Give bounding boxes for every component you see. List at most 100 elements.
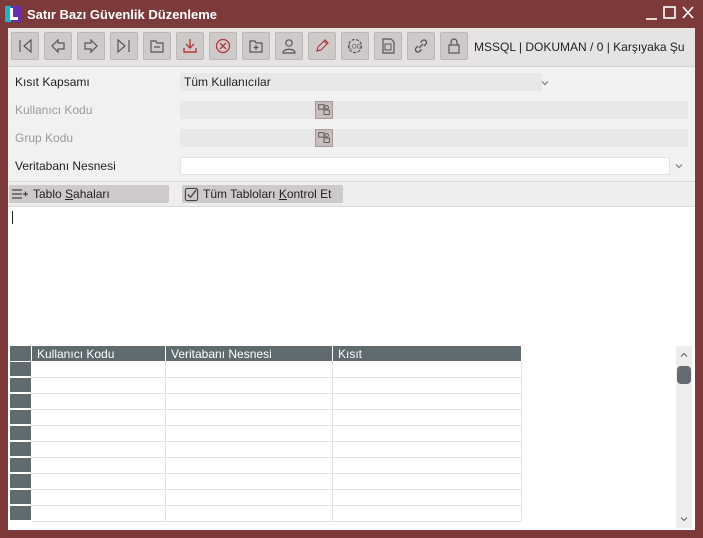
- report-icon: [382, 38, 395, 54]
- main-toolbar: LOG MSSQL | DOKUMAN / 0 | Karşıyaka Şu: [8, 28, 695, 67]
- scrollbar-thumb[interactable]: [677, 366, 691, 384]
- save-button[interactable]: [176, 32, 204, 60]
- chevron-down-icon[interactable]: [674, 161, 684, 171]
- row-header[interactable]: [10, 426, 31, 441]
- row-header[interactable]: [10, 458, 31, 473]
- lock-button[interactable]: [440, 32, 468, 60]
- grid-cell[interactable]: [32, 458, 166, 474]
- row-header[interactable]: [10, 442, 31, 457]
- add-button[interactable]: [242, 32, 270, 60]
- maximize-icon[interactable]: [662, 4, 678, 22]
- title-bar[interactable]: Satır Bazı Güvenlik Düzenleme: [0, 0, 703, 28]
- column-header[interactable]: Kullanıcı Kodu: [32, 346, 166, 361]
- column-header[interactable]: Veritabanı Nesnesi: [166, 346, 333, 361]
- close-icon[interactable]: [680, 4, 696, 22]
- column-header[interactable]: Kısıt: [333, 346, 522, 361]
- grid-cell[interactable]: [32, 474, 166, 490]
- grid-cell[interactable]: [333, 410, 522, 426]
- grid-cell[interactable]: [166, 394, 333, 410]
- row-header[interactable]: [10, 410, 31, 425]
- link-button[interactable]: [407, 32, 435, 60]
- grid-cell[interactable]: [32, 410, 166, 426]
- grid-cell[interactable]: [166, 442, 333, 458]
- report-button[interactable]: [374, 32, 402, 60]
- scroll-up-icon[interactable]: [679, 350, 689, 360]
- grup-lookup-button[interactable]: [315, 129, 333, 147]
- next-record-button[interactable]: [77, 32, 105, 60]
- row-header[interactable]: [10, 394, 31, 409]
- delete-button[interactable]: [209, 32, 237, 60]
- filter-form: Kısıt Kapsamı Tüm Kullanıcılar Kullanıcı…: [8, 67, 695, 181]
- minimize-icon[interactable]: [644, 4, 660, 22]
- grid-cell[interactable]: [333, 378, 522, 394]
- cancel-circle-icon: [215, 38, 231, 54]
- log-icon: LOG: [347, 38, 363, 54]
- row-header[interactable]: [10, 362, 31, 377]
- grid-cell[interactable]: [166, 410, 333, 426]
- grid-cell[interactable]: [166, 362, 333, 378]
- text-caret: [12, 211, 13, 224]
- grid-cell[interactable]: [166, 378, 333, 394]
- grid-cell[interactable]: [166, 474, 333, 490]
- row-header[interactable]: [10, 378, 31, 393]
- edit-button[interactable]: [308, 32, 336, 60]
- vertical-scrollbar[interactable]: [676, 346, 692, 528]
- last-icon: [117, 38, 130, 54]
- grid-cell[interactable]: [333, 506, 522, 522]
- chevron-down-icon[interactable]: [540, 78, 550, 88]
- grid-cell[interactable]: [333, 490, 522, 506]
- minimize-form-button[interactable]: [143, 32, 171, 60]
- first-record-button[interactable]: [11, 32, 39, 60]
- user-button[interactable]: [275, 32, 303, 60]
- grid-cell[interactable]: [32, 506, 166, 522]
- grid-cell[interactable]: [333, 458, 522, 474]
- grid-cell[interactable]: [32, 442, 166, 458]
- grid-cell[interactable]: [166, 426, 333, 442]
- grid-cell[interactable]: [32, 378, 166, 394]
- grid-cell[interactable]: [32, 426, 166, 442]
- row-header[interactable]: [10, 506, 31, 521]
- grid-cell[interactable]: [333, 394, 522, 410]
- grid-corner-header[interactable]: [10, 346, 32, 361]
- lookup-icon: [318, 132, 330, 143]
- grid-cell[interactable]: [32, 362, 166, 378]
- query-text-editor[interactable]: [8, 206, 695, 343]
- tablo-sahalari-label: Tablo Sahaları: [33, 187, 110, 201]
- tablo-sahalari-button[interactable]: Tablo Sahaları: [9, 185, 169, 203]
- row-header[interactable]: [10, 490, 31, 505]
- kisit-kapsami-value: Tüm Kullanıcılar: [184, 75, 271, 89]
- grid-cell[interactable]: [333, 442, 522, 458]
- column-header-label: Kullanıcı Kodu: [37, 347, 115, 361]
- grid-cell[interactable]: [166, 506, 333, 522]
- tum-tablolari-kontrol-button[interactable]: Tüm Tabloları Kontrol Et: [182, 185, 343, 203]
- veritabani-nesnesi-select[interactable]: [180, 157, 670, 175]
- row-header[interactable]: [10, 474, 31, 489]
- grid-cell[interactable]: [166, 490, 333, 506]
- veritabani-nesnesi-label: Veritabanı Nesnesi: [15, 159, 116, 173]
- kullanici-kodu-field: [180, 101, 688, 119]
- scroll-down-icon[interactable]: [679, 514, 689, 524]
- kisit-kapsami-label: Kısıt Kapsamı: [15, 75, 90, 89]
- kullanici-lookup-button[interactable]: [315, 101, 333, 119]
- kisit-kapsami-select[interactable]: Tüm Kullanıcılar: [180, 73, 542, 91]
- previous-record-button[interactable]: [44, 32, 72, 60]
- user-icon: [282, 39, 296, 54]
- grup-kodu-label: Grup Kodu: [15, 131, 74, 145]
- grid-cell[interactable]: [333, 362, 522, 378]
- minus-box-icon: [150, 40, 164, 53]
- grid-cell[interactable]: [166, 458, 333, 474]
- lookup-icon: [318, 104, 330, 115]
- grid-cell[interactable]: [32, 490, 166, 506]
- last-record-button[interactable]: [110, 32, 138, 60]
- log-button[interactable]: LOG: [341, 32, 369, 60]
- tum-tablolari-kontrol-label: Tüm Tabloları Kontrol Et: [203, 187, 332, 201]
- app-logo-icon: [5, 6, 21, 22]
- arrow-left-icon: [51, 38, 65, 54]
- lock-icon: [448, 38, 460, 54]
- grid-cell[interactable]: [32, 394, 166, 410]
- first-icon: [19, 38, 32, 54]
- app-window: Satır Bazı Güvenlik Düzenleme LOG MSSQL …: [0, 0, 703, 538]
- form-client-area: LOG MSSQL | DOKUMAN / 0 | Karşıyaka Şu K…: [8, 28, 695, 530]
- grid-cell[interactable]: [333, 474, 522, 490]
- grid-cell[interactable]: [333, 426, 522, 442]
